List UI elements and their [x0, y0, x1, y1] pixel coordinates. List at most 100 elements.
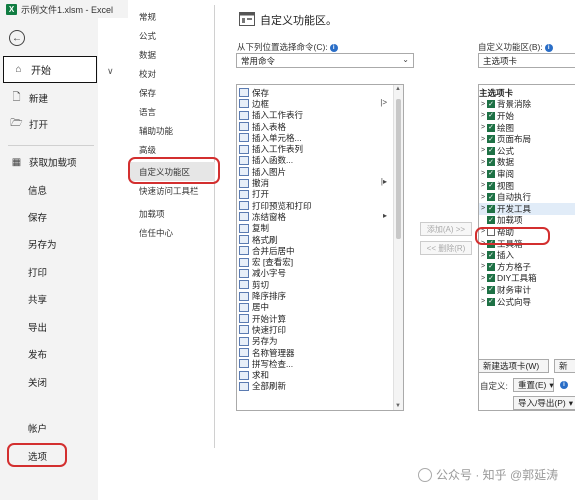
list-item[interactable]: 全部刷新 [239, 381, 389, 392]
options-nav-item[interactable]: 公式 [130, 26, 215, 45]
checkbox[interactable]: ✓ [487, 285, 495, 294]
list-item[interactable]: 复制 [239, 223, 389, 234]
new-tab-button[interactable]: 新建选项卡(W) [478, 359, 549, 373]
list-item[interactable]: 快速打印 [239, 324, 389, 335]
list-item[interactable]: 减小字号 [239, 268, 389, 279]
checkbox[interactable]: ✓ [487, 123, 495, 132]
list-item[interactable]: 拼写检查... [239, 358, 389, 369]
checkbox[interactable]: ✓ [487, 297, 495, 306]
backstage-item-get-addins[interactable]: ▦ 获取加载项 [0, 152, 98, 172]
checkbox[interactable]: ✓ [487, 135, 495, 144]
tree-item[interactable]: > ✓ 公式 [479, 145, 575, 157]
list-item[interactable]: 降序排序 [239, 290, 389, 301]
backstage-item-share[interactable]: 共享 [0, 289, 98, 309]
checkbox[interactable]: ✓ [487, 100, 495, 109]
options-nav-item[interactable]: 辅助功能 [130, 121, 215, 140]
checkbox[interactable]: ✓ [487, 193, 495, 202]
reset-button[interactable]: 重置(E) ▾ [513, 378, 554, 392]
options-nav-item[interactable]: 常规 [130, 7, 215, 26]
expand-icon[interactable]: > [479, 275, 487, 282]
checkbox[interactable]: ✓ [487, 262, 495, 271]
tree-item[interactable]: > ✓ DIY工具箱 [479, 273, 575, 285]
expand-icon[interactable]: > [479, 147, 487, 154]
backstage-item-info[interactable]: 信息 [0, 180, 98, 200]
backstage-item-save-as[interactable]: 另存为 [0, 234, 98, 254]
list-item[interactable]: 插入工作表行 [239, 110, 389, 121]
backstage-item-open[interactable]: 🗁 打开 [0, 114, 98, 134]
checkbox[interactable]: ✓ [487, 251, 495, 260]
checkbox[interactable]: ✓ [487, 158, 495, 167]
list-item[interactable]: 插入表格 [239, 121, 389, 132]
list-item[interactable]: 合并后居中 [239, 245, 389, 256]
scroll-thumb[interactable] [396, 99, 401, 239]
options-nav-item[interactable]: 保存 [130, 83, 215, 102]
options-nav-item[interactable]: 校对 [130, 64, 215, 83]
checkbox[interactable]: ✓ [487, 146, 495, 155]
tree-item[interactable]: > ✓ 自动执行 [479, 191, 575, 203]
list-item[interactable]: 开始计算 [239, 313, 389, 324]
backstage-item-new[interactable]: 🗋 新建 [0, 88, 98, 108]
checkbox[interactable]: ✓ [487, 204, 495, 213]
tree-item[interactable]: > ✓ 数据 [479, 157, 575, 169]
list-item[interactable]: 居中 [239, 302, 389, 313]
list-item[interactable]: 插入图片 [239, 166, 389, 177]
backstage-item-close[interactable]: 关闭 [0, 372, 98, 392]
list-item[interactable]: 宏 [查看宏] [239, 257, 389, 268]
back-arrow-icon[interactable]: ← [9, 30, 25, 46]
expand-icon[interactable]: > [479, 286, 487, 293]
expand-icon[interactable]: > [479, 252, 487, 259]
tree-item[interactable]: > ✓ 页面布局 [479, 133, 575, 145]
expand-icon[interactable]: > [479, 112, 487, 119]
options-nav-item[interactable]: 信任中心 [130, 223, 215, 242]
list-item[interactable]: 打开 [239, 189, 389, 200]
backstage-item-account[interactable]: 帐户 [0, 418, 98, 438]
scroll-down-icon[interactable]: ▼ [395, 403, 401, 409]
tree-item[interactable]: > ✓ 背景消除 [479, 99, 575, 111]
options-nav-item[interactable]: 语言 [130, 102, 215, 121]
list-item[interactable]: 另存为 [239, 336, 389, 347]
list-item[interactable]: 插入工作表列 [239, 144, 389, 155]
list-item[interactable]: 插入函数... [239, 155, 389, 166]
backstage-item-save[interactable]: 保存 [0, 207, 98, 227]
tree-item[interactable]: ✓ 加载项 [479, 215, 575, 227]
list-item[interactable]: 边框 |> [239, 98, 389, 109]
expand-icon[interactable]: > [479, 298, 487, 305]
tree-item[interactable]: > ✓ 公式向导 [479, 296, 575, 308]
tree-item[interactable]: > ✓ 方方格子 [479, 261, 575, 273]
scroll-up-icon[interactable]: ▲ [395, 86, 401, 92]
expand-icon[interactable]: > [479, 194, 487, 201]
customize-ribbon-select[interactable]: 主选项卡 [478, 53, 575, 68]
backstage-item-print[interactable]: 打印 [0, 262, 98, 282]
list-item[interactable]: 剪切 [239, 279, 389, 290]
expand-icon[interactable]: > [479, 205, 487, 212]
tree-item[interactable]: > ✓ 插入 [479, 249, 575, 261]
checkbox[interactable]: ✓ [487, 216, 495, 225]
expand-icon[interactable]: > [479, 170, 487, 177]
expand-icon[interactable]: > [479, 101, 487, 108]
list-item[interactable]: 求和 [239, 370, 389, 381]
list-item[interactable]: 插入单元格... [239, 132, 389, 143]
import-export-button[interactable]: 导入/导出(P) ▾ [513, 396, 575, 410]
tree-item[interactable]: > ✓ 开始 [479, 110, 575, 122]
checkbox[interactable]: ✓ [487, 169, 495, 178]
tree-item[interactable]: > ✓ 审阅 [479, 168, 575, 180]
add-button[interactable]: 添加(A) >> [420, 222, 472, 236]
expand-icon[interactable]: > [479, 124, 487, 131]
tree-item[interactable]: > ✓ 财务审计 [479, 284, 575, 296]
tree-item-developer[interactable]: > ✓ 开发工具 [479, 203, 575, 215]
backstage-item-publish[interactable]: 发布 [0, 344, 98, 364]
new-group-button[interactable]: 新 [554, 359, 575, 373]
remove-button[interactable]: << 删除(R) [420, 241, 472, 255]
expand-icon[interactable]: > [479, 182, 487, 189]
list-item[interactable]: 保存 [239, 87, 389, 98]
expand-icon[interactable]: > [479, 263, 487, 270]
backstage-home[interactable]: ⌂ 开始 [3, 56, 97, 83]
choose-commands-select[interactable]: 常用命令 ⌄ [236, 53, 414, 68]
expand-icon[interactable]: > [479, 159, 487, 166]
tree-item[interactable]: > ✓ 绘图 [479, 122, 575, 134]
backstage-item-export[interactable]: 导出 [0, 317, 98, 337]
expand-icon[interactable]: > [479, 136, 487, 143]
options-nav-item[interactable]: 数据 [130, 45, 215, 64]
list-item[interactable]: 撤消 |▸ [239, 177, 389, 188]
commands-list[interactable]: 保存 边框 |> 插入工作表行 插入表格 插入单元格... 插入工作表列 插入函数… [236, 84, 404, 411]
